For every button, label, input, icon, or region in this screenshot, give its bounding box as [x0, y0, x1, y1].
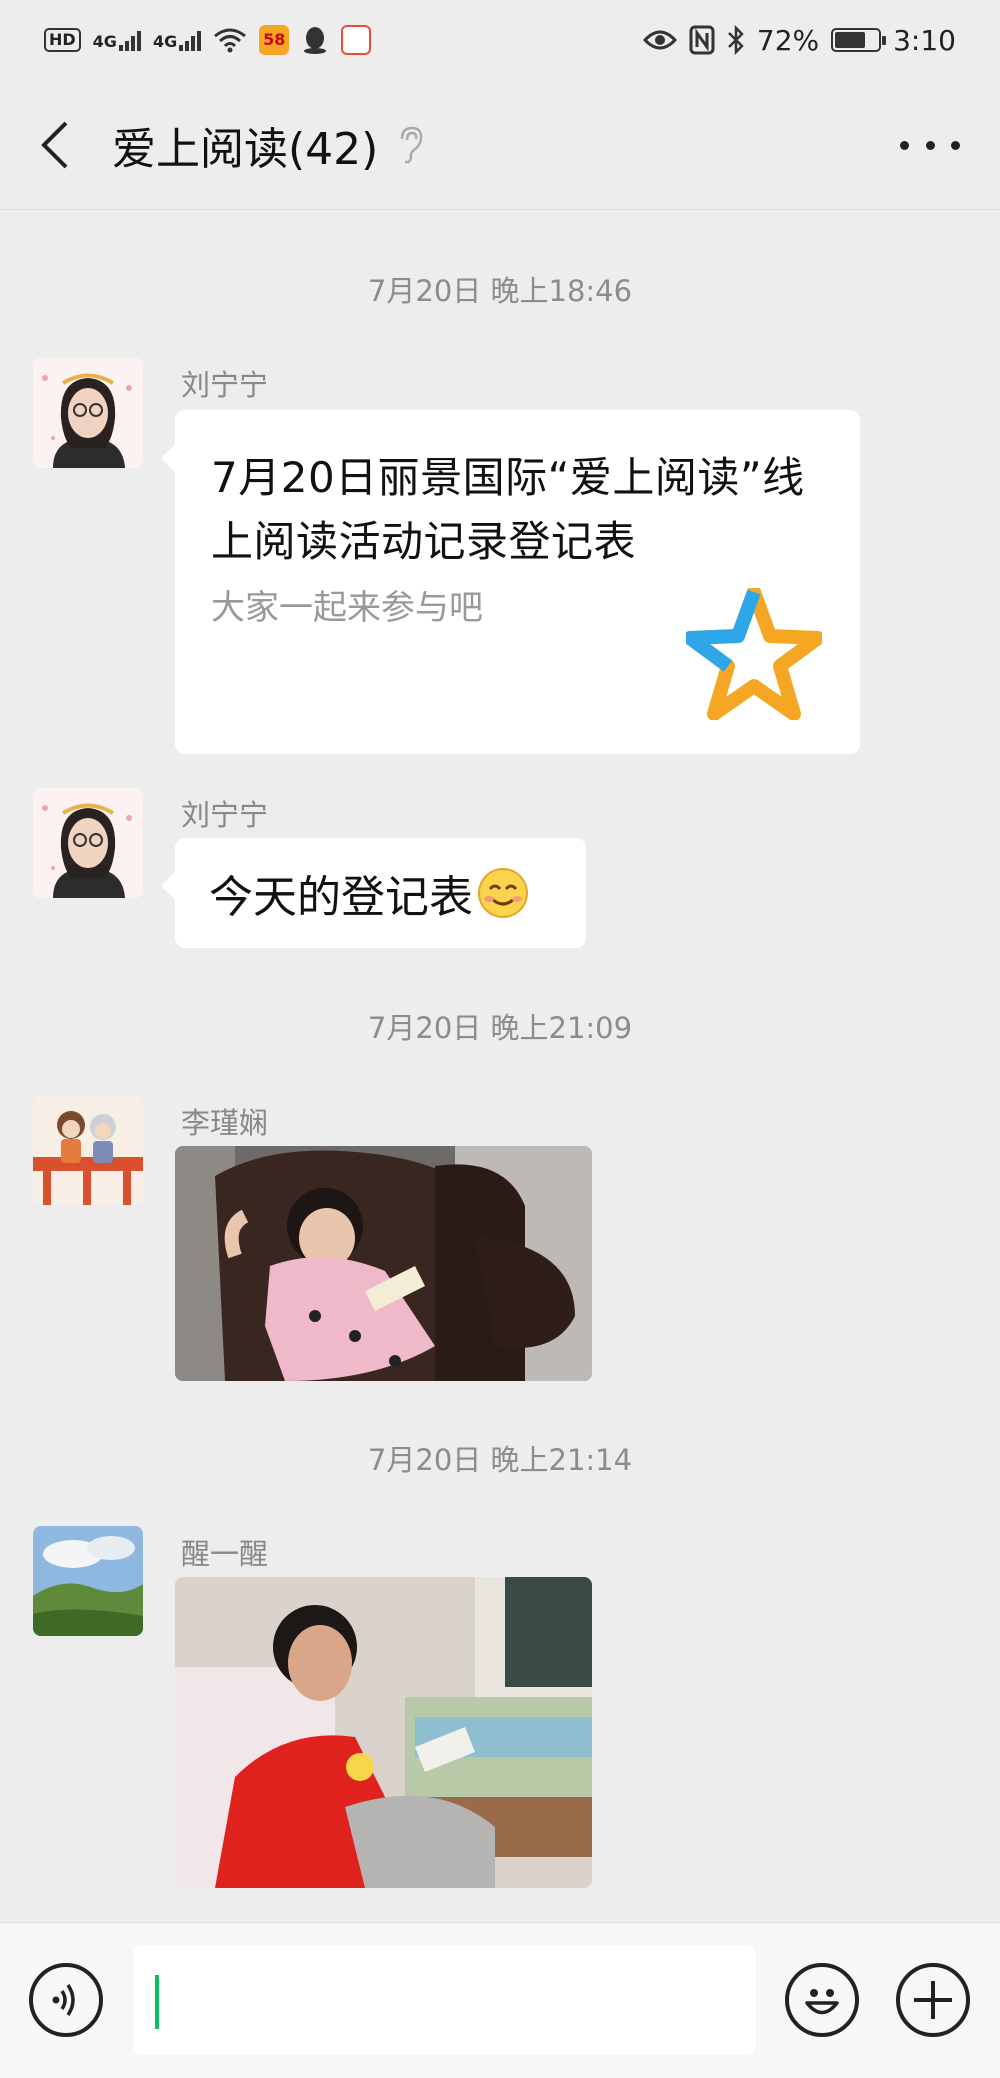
plus-icon: [914, 1981, 952, 2019]
input-bar: [0, 1922, 1000, 2078]
emoji-button[interactable]: [785, 1963, 859, 2037]
app-58-icon: 58: [259, 25, 290, 55]
sender-name: 刘宁宁: [181, 368, 269, 402]
star-icon: [686, 588, 822, 720]
timestamp: 7月20日 晚上21:09: [367, 1011, 633, 1045]
sender-name: 李瑾娴: [181, 1106, 269, 1140]
voice-button[interactable]: [29, 1963, 103, 2037]
bluetooth-icon: [727, 25, 744, 55]
clock: 3:10: [893, 23, 956, 57]
avatar[interactable]: [33, 788, 143, 898]
battery-icon: [831, 28, 887, 52]
smiling-face-icon: [478, 868, 528, 918]
signal-1-icon: 4G: [93, 29, 141, 51]
avatar[interactable]: [33, 1526, 143, 1636]
avatar[interactable]: [33, 1095, 143, 1205]
more-dot-icon: [925, 140, 935, 150]
avatar-woman-icon: [33, 358, 143, 468]
timestamp: 7月20日 晚上18:46: [367, 274, 633, 308]
text-message-bubble[interactable]: 今天的登记表: [161, 838, 586, 948]
chat-title: 爱上阅读(42): [112, 123, 379, 175]
battery-percent: 72%: [756, 23, 820, 57]
map-app-icon: [341, 25, 372, 55]
qq-icon: [304, 27, 327, 54]
link-card-bubble[interactable]: 7月20日丽景国际“爱上阅读”线上阅读活动记录登记表 大家一起来参与吧: [161, 410, 860, 754]
app-58-label: 58: [263, 30, 286, 49]
chevron-left-icon: [41, 121, 68, 168]
avatar-woman-icon: [33, 788, 143, 898]
avatar-landscape-icon: [33, 1526, 143, 1636]
plus-button[interactable]: [896, 1963, 970, 2037]
image-thumbnail: [175, 1146, 592, 1381]
card-title: 7月20日丽景国际“爱上阅读”线上阅读活动记录登记表: [211, 453, 805, 566]
status-bar: HD 4G 4G 58 72% 3:10: [0, 0, 1000, 80]
image-thumbnail: [175, 1577, 592, 1888]
text-caret: [155, 1975, 159, 2029]
status-left: HD 4G 4G 58: [44, 25, 372, 55]
network-type-2: 4G: [152, 32, 178, 51]
emoji-icon: [805, 1989, 839, 2015]
chat-header: 爱上阅读(42): [0, 80, 1000, 210]
eye-icon: [642, 30, 677, 50]
hd-badge: HD: [44, 28, 81, 52]
nfc-icon: [689, 25, 715, 55]
voice-icon: [52, 1984, 75, 2016]
wifi-icon: [214, 28, 247, 53]
network-type-1: 4G: [92, 32, 117, 51]
ear-icon: [401, 126, 423, 163]
more-dot-icon: [951, 140, 960, 150]
girl-reading-photo[interactable]: [175, 1146, 592, 1381]
boy-reading-photo[interactable]: [175, 1577, 592, 1888]
sender-name: 醒一醒: [181, 1537, 269, 1571]
message-input[interactable]: [133, 1945, 756, 2055]
back-button[interactable]: [0, 80, 110, 210]
status-right: 72% 3:10: [642, 23, 956, 57]
signal-2-icon: 4G: [152, 29, 202, 51]
more-dot-icon: [900, 140, 909, 150]
sender-name: 刘宁宁: [181, 798, 269, 832]
avatar[interactable]: [33, 358, 143, 468]
timestamp: 7月20日 晚上21:14: [367, 1443, 633, 1477]
message-text: 今天的登记表: [209, 872, 473, 923]
battery-fill: [835, 32, 866, 48]
more-options-button[interactable]: [900, 125, 960, 165]
avatar-illustration-icon: [33, 1095, 143, 1205]
